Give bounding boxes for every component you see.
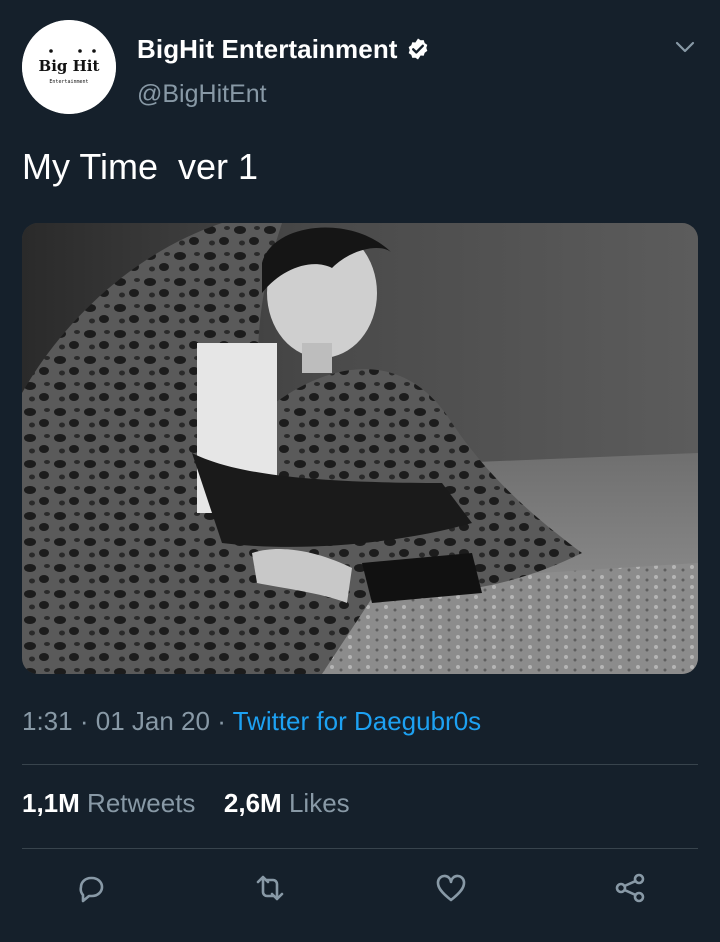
- avatar[interactable]: Big Hit Entertainment: [22, 20, 116, 114]
- share-button[interactable]: [607, 865, 653, 911]
- tweet-date: 01 Jan 20: [95, 706, 210, 736]
- photo-image: [22, 223, 698, 674]
- retweet-button[interactable]: [247, 865, 293, 911]
- tweet-photo[interactable]: [22, 223, 698, 674]
- chevron-down-icon[interactable]: [674, 36, 696, 58]
- likes-stat[interactable]: 2,6M Likes: [224, 788, 350, 818]
- retweet-icon: [256, 875, 284, 901]
- tweet-meta: 1:31 · 01 Jan 20 · Twitter for Daegubr0s: [22, 706, 481, 737]
- reply-button[interactable]: [68, 865, 114, 911]
- retweets-stat[interactable]: 1,1M Retweets: [22, 788, 203, 818]
- share-icon: [615, 873, 645, 903]
- retweets-count: 1,1M: [22, 788, 80, 818]
- tweet-action-bar: [0, 865, 720, 911]
- tweet-text: My Time ver 1: [22, 146, 259, 187]
- like-icon: [436, 874, 466, 902]
- tweet-source-link[interactable]: Twitter for Daegubr0s: [233, 706, 482, 736]
- like-button[interactable]: [428, 865, 474, 911]
- likes-label: Likes: [288, 788, 350, 818]
- svg-text:Big Hit: Big Hit: [39, 57, 100, 75]
- meta-separator: ·: [79, 706, 96, 736]
- author-handle[interactable]: @BigHitEnt: [137, 80, 267, 109]
- bighit-logo: Big Hit Entertainment: [22, 20, 116, 114]
- tweet-stats: 1,1M Retweets 2,6M Likes: [22, 788, 350, 819]
- meta-separator: ·: [217, 706, 233, 736]
- tweet-time: 1:31: [22, 706, 73, 736]
- reply-icon: [79, 876, 104, 903]
- verified-badge-icon: [406, 37, 430, 61]
- author-name-row: BigHit Entertainment: [137, 32, 430, 66]
- divider: [22, 764, 698, 765]
- divider: [22, 848, 698, 849]
- retweets-label: Retweets: [87, 788, 196, 818]
- likes-count: 2,6M: [223, 788, 282, 818]
- display-name[interactable]: BigHit Entertainment: [137, 34, 398, 65]
- svg-text:Entertainment: Entertainment: [49, 79, 88, 85]
